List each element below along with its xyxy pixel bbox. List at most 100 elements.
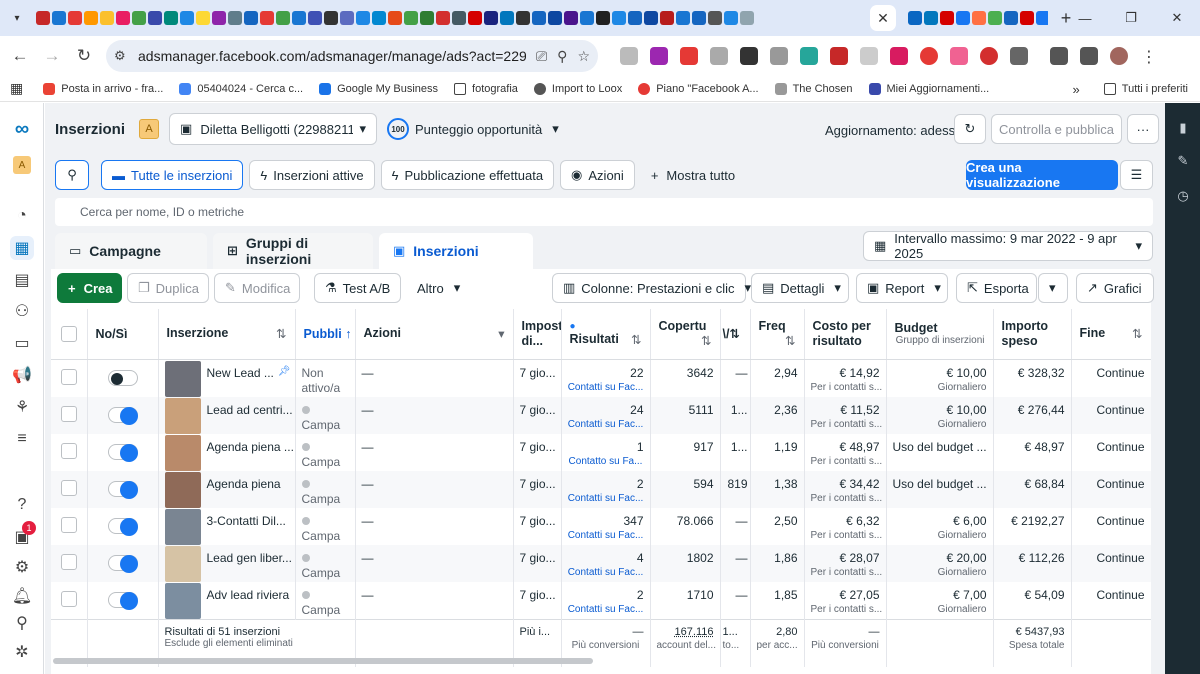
col-ad[interactable]: Inserzione ⇅: [158, 309, 296, 360]
bookmark-star-icon[interactable]: ☆: [577, 48, 590, 65]
minimize-icon[interactable]: —: [1062, 0, 1108, 36]
ad-name-cell[interactable]: Lead ad centri...: [158, 396, 296, 434]
ad-thumbnail[interactable]: [164, 397, 201, 434]
sort-icon[interactable]: ⇅: [785, 333, 795, 348]
table-row[interactable]: Adv lead riviera Campa —7 gio... 2 Contatti …: [51, 581, 1151, 619]
delivery-toggle[interactable]: [107, 591, 138, 610]
col-budget[interactable]: Budget Gruppo di inserzioni: [886, 309, 994, 360]
duplicate-button[interactable]: ❐ Duplica: [127, 273, 209, 303]
tab-favicon[interactable]: [988, 11, 1002, 25]
col-publication[interactable]: Pubbli ↑: [295, 309, 356, 360]
ad-thumbnail[interactable]: [164, 545, 201, 582]
more-options-button[interactable]: ···: [1127, 114, 1159, 144]
ad-name-cell[interactable]: Adv lead riviera: [158, 581, 296, 619]
create-button[interactable]: + Crea: [57, 273, 122, 303]
pinned-tab-favicon[interactable]: [388, 11, 402, 25]
pinned-tab-favicon[interactable]: [708, 11, 722, 25]
lens-extension-icon[interactable]: [800, 47, 818, 65]
pinned-tab-favicon[interactable]: [84, 11, 98, 25]
pinned-tab-favicon[interactable]: [308, 11, 322, 25]
col-impressions[interactable]: \/⇅: [720, 309, 751, 360]
pinned-tab-favicon[interactable]: [356, 11, 370, 25]
delivery-toggle[interactable]: [107, 369, 138, 386]
close-tab-icon[interactable]: ✕: [870, 5, 896, 31]
ad-thumbnail[interactable]: [164, 360, 201, 397]
media-icon[interactable]: [1080, 47, 1098, 65]
grid-extension-icon[interactable]: [890, 47, 908, 65]
pin-icon[interactable]: 📌︎: [278, 366, 291, 377]
pinned-tab-favicon[interactable]: [324, 11, 338, 25]
sort-icon[interactable]: ⇅: [1132, 326, 1142, 341]
pinned-tab-favicon[interactable]: [564, 11, 578, 25]
pinned-tab-favicon[interactable]: [692, 11, 706, 25]
reload-icon[interactable]: ↻: [68, 40, 100, 72]
settings-extension-icon[interactable]: [860, 47, 878, 65]
bell-icon[interactable]: 🔔︎: [10, 584, 34, 608]
ad-name-cell[interactable]: 3-Contatti Dil...: [158, 507, 296, 545]
ad-thumbnail[interactable]: [164, 471, 201, 508]
table-row[interactable]: Lead ad centri... Campa —7 gio... 24 Contatt…: [51, 396, 1151, 434]
table-row[interactable]: Lead gen liber... Campa —7 gio... 4 Contatti…: [51, 544, 1151, 582]
sort-up-icon[interactable]: ↑: [345, 327, 351, 341]
pinned-tab-favicon[interactable]: [580, 11, 594, 25]
sort-icon[interactable]: ⇅: [276, 326, 286, 341]
table-row[interactable]: Agenda piena ... Campa —7 gio... 1 Contatto …: [51, 433, 1151, 471]
pinned-tab-favicon[interactable]: [132, 11, 146, 25]
pinned-tab-favicon[interactable]: [660, 11, 674, 25]
code-extension-icon[interactable]: [710, 47, 728, 65]
sort-icon[interactable]: ⇅: [631, 332, 641, 347]
row-checkbox[interactable]: [60, 516, 77, 533]
row-checkbox[interactable]: [60, 553, 77, 570]
forward-icon[interactable]: →: [36, 40, 68, 72]
bookmark-chosen[interactable]: The Chosen: [774, 82, 853, 95]
pinned-tab-favicon[interactable]: [644, 11, 658, 25]
cast-icon[interactable]: ⎚: [536, 48, 547, 65]
record-extension-icon[interactable]: [980, 47, 998, 65]
pinned-tab-favicon[interactable]: [452, 11, 466, 25]
puzzle-pink-extension-icon[interactable]: [950, 47, 968, 65]
pinned-tab-favicon[interactable]: [36, 11, 50, 25]
tab-favicon[interactable]: [1020, 11, 1034, 25]
puzzle-icon[interactable]: [1010, 47, 1028, 65]
col-reach[interactable]: Copertu ⇅: [650, 309, 721, 360]
campaigns-table-icon[interactable]: ▦: [10, 236, 34, 260]
site-info-icon[interactable]: ⚙: [114, 48, 138, 64]
col-onoff[interactable]: No/Sì: [87, 309, 159, 360]
bookmark-gmail[interactable]: Posta in arrivo - fra...: [43, 82, 163, 95]
ad-name-cell[interactable]: Agenda piena: [158, 470, 296, 508]
delivery-toggle[interactable]: [107, 443, 138, 462]
tab-adsets[interactable]: ⊞ Gruppi di inserzioni: [213, 233, 373, 269]
bookmark-google[interactable]: 05404024 - Cerca c...: [179, 82, 303, 95]
pinned-tab-favicon[interactable]: [484, 11, 498, 25]
tab-search-button[interactable]: ▾: [6, 7, 28, 29]
filter-settings-button[interactable]: ☰: [1120, 160, 1153, 190]
bookmark-gmb[interactable]: Google My Business: [319, 82, 438, 95]
pinned-tab-favicon[interactable]: [148, 11, 162, 25]
profile-avatar[interactable]: [1110, 47, 1128, 65]
stop-extension-icon[interactable]: [920, 47, 938, 65]
pinned-tab-favicon[interactable]: [500, 11, 514, 25]
gauge-icon[interactable]: ◔: [10, 204, 34, 228]
pinned-tab-favicon[interactable]: [612, 11, 626, 25]
show-all-button[interactable]: + Mostra tutto: [641, 160, 745, 190]
col-spend[interactable]: Importo speso: [993, 309, 1072, 360]
tab-favicon[interactable]: [1004, 11, 1018, 25]
close-window-icon[interactable]: ✕: [1154, 0, 1200, 36]
tab-favicon[interactable]: [908, 11, 922, 25]
chevron-down-icon[interactable]: ▾: [498, 326, 504, 341]
filter-active-ads[interactable]: ϟ Inserzioni attive: [249, 160, 375, 190]
bookmarks-overflow-icon[interactable]: »: [1073, 82, 1080, 97]
pinned-tab-favicon[interactable]: [420, 11, 434, 25]
row-checkbox[interactable]: [60, 405, 77, 422]
ad-name-cell[interactable]: Lead gen liber...: [158, 544, 296, 582]
menu-icon[interactable]: ≡: [10, 427, 34, 451]
sort-icon[interactable]: ⇅: [701, 333, 711, 348]
new-badge-extension-icon[interactable]: [680, 47, 698, 65]
more-actions-button[interactable]: Altro ▾: [407, 273, 477, 303]
account-icon[interactable]: A: [10, 153, 34, 177]
horizontal-scrollbar[interactable]: [53, 658, 593, 664]
meta-logo-icon[interactable]: ∞: [10, 117, 34, 141]
help-icon[interactable]: ?: [10, 493, 34, 517]
bookmark-loox[interactable]: Import to Loox: [533, 82, 622, 95]
chrome-menu-icon[interactable]: ⋮: [1140, 47, 1158, 66]
